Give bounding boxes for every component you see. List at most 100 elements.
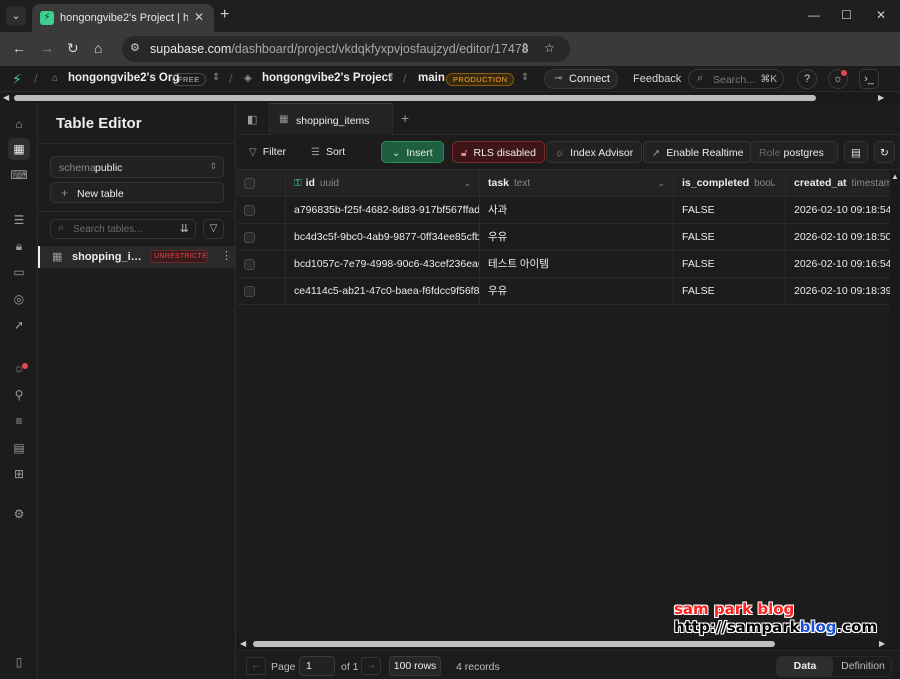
chevron-down-icon[interactable]: ⌄ xyxy=(463,170,471,197)
close-window-button[interactable]: ✕ xyxy=(876,8,886,22)
project-name[interactable]: hongongvibe2's Project xyxy=(262,72,392,84)
scroll-left-arrow-icon[interactable]: ◀ xyxy=(3,93,9,102)
cell-id[interactable]: bc4d3c5f-9bc0-4ab9-9877-0ff34ee85cfb xyxy=(286,224,480,251)
cell-is-completed[interactable]: FALSE xyxy=(674,278,786,305)
scrollbar-thumb[interactable] xyxy=(253,641,775,647)
new-table-button[interactable]: + New table xyxy=(50,182,224,203)
index-advisor-button[interactable]: ☼ Index Advisor xyxy=(546,141,643,163)
cell-id[interactable]: bcd1057c-7e79-4998-90c6-43cef236ea67 xyxy=(286,251,480,278)
global-search[interactable]: ⌕ Search... ⌘K xyxy=(688,69,784,89)
definition-view-tab[interactable]: Definition xyxy=(835,657,891,676)
table-row[interactable]: a796835b-f25f-4682-8d83-917bf567ffad 사과 … xyxy=(237,197,890,224)
row-checkbox[interactable] xyxy=(244,259,255,270)
role-selector[interactable]: Role postgres xyxy=(750,141,838,163)
chevron-down-icon[interactable]: ⌄ xyxy=(657,170,665,197)
terminal-icon[interactable]: ›_ xyxy=(859,69,879,89)
select-all-checkbox[interactable] xyxy=(244,178,255,189)
column-header-id[interactable]: ⚿ id uuid ⌄ xyxy=(286,170,480,197)
org-name[interactable]: hongongvibe2's Org xyxy=(68,72,179,84)
column-header-task[interactable]: task text ⌄ xyxy=(480,170,674,197)
connect-button[interactable]: ⊸ Connect xyxy=(544,69,618,89)
back-button[interactable]: ← xyxy=(12,40,26,56)
close-tab-icon[interactable]: ✕ xyxy=(194,10,204,24)
authentication-lock-icon[interactable]: 🔒︎ xyxy=(10,237,28,255)
page-horizontal-scrollbar[interactable]: ◀ ▶ xyxy=(0,92,900,103)
database-icon[interactable]: ☰ xyxy=(10,211,28,229)
cell-task[interactable]: 우유 xyxy=(480,224,674,251)
integrations-icon[interactable]: ⊞ xyxy=(10,465,28,483)
cell-created-at[interactable]: 2026-02-10 09:16:54.9 xyxy=(786,251,890,278)
table-row[interactable]: bcd1057c-7e79-4998-90c6-43cef236ea67 테스트… xyxy=(237,251,890,278)
row-checkbox[interactable] xyxy=(244,205,255,216)
row-checkbox[interactable] xyxy=(244,286,255,297)
cell-task[interactable]: 사과 xyxy=(480,197,674,224)
install-app-icon[interactable]: ⇩ xyxy=(520,41,530,55)
project-switcher-chevron-icon[interactable]: ⇕ xyxy=(387,72,395,83)
address-bar[interactable]: ⚙ supabase.com/dashboard/project/vkdqkfy… xyxy=(122,36,570,62)
sort-button[interactable]: ☰ Sort xyxy=(311,141,345,163)
new-tab-button[interactable]: + xyxy=(220,6,229,24)
filter-button[interactable]: ▽ Filter xyxy=(249,141,286,163)
filter-tables-icon[interactable]: ▽ xyxy=(203,219,224,239)
tab-shopping-items[interactable]: ▦ shopping_items xyxy=(269,103,393,135)
refresh-icon[interactable]: ↻ xyxy=(874,141,895,163)
table-editor-icon[interactable]: ▦ xyxy=(8,138,30,160)
settings-gear-icon[interactable]: ⚙ xyxy=(10,505,28,523)
supabase-logo-icon[interactable]: ⚡ xyxy=(12,71,22,88)
cell-id[interactable]: a796835b-f25f-4682-8d83-917bf567ffad xyxy=(286,197,480,224)
help-icon[interactable]: ? xyxy=(797,69,817,89)
insert-button[interactable]: ⌄ Insert xyxy=(381,141,444,163)
bookmark-star-icon[interactable]: ☆ xyxy=(544,41,555,55)
docs-icon[interactable]: ▤ xyxy=(844,141,868,163)
table-row[interactable]: ce4114c5-ab21-47c0-baea-f6fdcc9f56f8 우유 … xyxy=(237,278,890,305)
realtime-icon[interactable]: ➚ xyxy=(10,316,28,334)
toggle-sidebar-icon[interactable]: ◧ xyxy=(247,113,257,126)
site-info-icon[interactable]: ⚙ xyxy=(130,41,140,54)
cell-created-at[interactable]: 2026-02-10 09:18:39.0 xyxy=(786,278,890,305)
cell-task[interactable]: 테스트 아이템 xyxy=(480,251,674,278)
row-checkbox[interactable] xyxy=(244,232,255,243)
cell-task[interactable]: 우유 xyxy=(480,278,674,305)
table-row[interactable]: bc4d3c5f-9bc0-4ab9-9877-0ff34ee85cfb 우유 … xyxy=(237,224,890,251)
reload-button[interactable]: ↻ xyxy=(67,40,79,57)
org-switcher-chevron-icon[interactable]: ⇕ xyxy=(212,72,220,83)
collapse-sidebar-icon[interactable]: ▯ xyxy=(10,653,28,671)
scroll-up-arrow-icon[interactable]: ▲ xyxy=(891,172,899,181)
cell-is-completed[interactable]: FALSE xyxy=(674,224,786,251)
schema-selector[interactable]: schema public ⇕ xyxy=(50,156,224,178)
column-header-created-at[interactable]: created_at timestamp xyxy=(786,170,890,197)
edge-functions-icon[interactable]: ◎ xyxy=(10,290,28,308)
rls-disabled-button[interactable]: 🔓︎ RLS disabled xyxy=(452,141,545,163)
cell-created-at[interactable]: 2026-02-10 09:18:54.1 xyxy=(786,197,890,224)
enable-realtime-button[interactable]: ➚ Enable Realtime xyxy=(643,141,753,163)
forward-button[interactable]: → xyxy=(40,40,54,56)
observability-telescope-icon[interactable]: ⚲ xyxy=(10,386,28,404)
previous-page-button[interactable]: ← xyxy=(246,657,266,675)
data-view-tab[interactable]: Data xyxy=(777,657,833,676)
scroll-right-arrow-icon[interactable]: ▶ xyxy=(878,93,884,102)
column-header-is-completed[interactable]: is_completed bool ⌄ xyxy=(674,170,786,197)
search-tables-input[interactable]: ⌕ Search tables... ⇊ xyxy=(50,219,196,239)
minimize-window-button[interactable]: — xyxy=(808,8,820,22)
sidebar-item-shopping-items[interactable]: ▦ shopping_items UNRESTRICTED ⋮ xyxy=(38,246,236,268)
branch-switcher-chevron-icon[interactable]: ⇕ xyxy=(521,72,529,83)
storage-icon[interactable]: ▭ xyxy=(10,263,28,281)
grid-horizontal-scrollbar[interactable]: ◀ ▶ xyxy=(237,638,890,650)
page-number-input[interactable]: 1 xyxy=(299,656,335,676)
cell-id[interactable]: ce4114c5-ab21-47c0-baea-f6fdcc9f56f8 xyxy=(286,278,480,305)
branch-name[interactable]: main xyxy=(418,72,445,84)
tab-search-button[interactable]: ⌄ xyxy=(6,6,26,26)
scroll-left-arrow-icon[interactable]: ◀ xyxy=(240,639,246,648)
sql-editor-icon[interactable]: ⌨ xyxy=(10,166,28,184)
cell-is-completed[interactable]: FALSE xyxy=(674,197,786,224)
maximize-window-button[interactable]: ☐ xyxy=(841,8,852,22)
rows-per-page-button[interactable]: 100 rows xyxy=(389,656,441,676)
chevron-down-icon[interactable]: ⌄ xyxy=(769,170,777,197)
scroll-right-arrow-icon[interactable]: ▶ xyxy=(879,639,885,648)
feedback-button[interactable]: Feedback xyxy=(633,73,681,85)
add-tab-icon[interactable]: + xyxy=(401,110,409,126)
chevrons-down-icon[interactable]: ⇊ xyxy=(180,222,189,235)
browser-tab[interactable]: ⚡ hongongvibe2's Project | hongo ✕ xyxy=(32,4,214,32)
home-icon[interactable]: ⌂ xyxy=(10,115,28,133)
logs-list-icon[interactable]: ≡ xyxy=(10,412,28,430)
